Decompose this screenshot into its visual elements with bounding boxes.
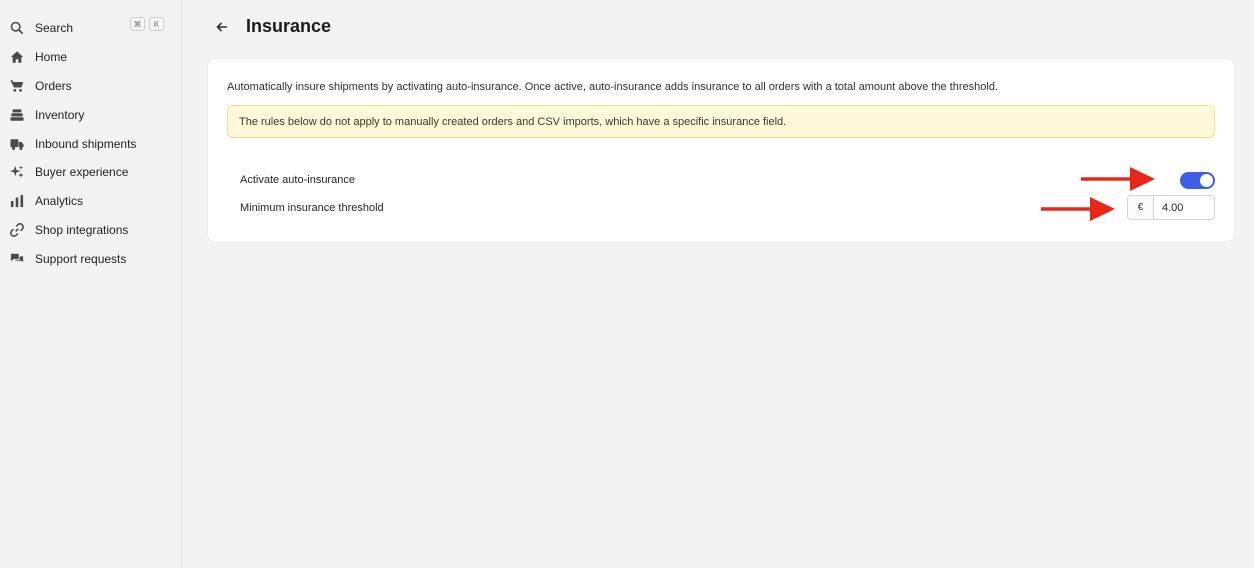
sidebar-item-label: Shop integrations [35, 222, 129, 237]
shortcut-hint: ⌘ K [130, 17, 164, 31]
sidebar-item-label: Inventory [35, 107, 85, 122]
arrow-left-icon [216, 21, 227, 32]
threshold-label: Minimum insurance threshold [240, 202, 384, 214]
main-content: Insurance Automatically insure shipments… [182, 0, 1254, 568]
sidebar-item-buyer-experience[interactable]: Buyer experience [0, 158, 181, 187]
notice-banner: The rules below do not apply to manually… [227, 105, 1215, 138]
sidebar-item-inventory[interactable]: Inventory [0, 100, 181, 129]
annotation-arrow-right-icon [1080, 166, 1156, 192]
inventory-icon [9, 107, 24, 122]
search-icon [9, 21, 24, 36]
auto-insurance-toggle[interactable] [1180, 172, 1215, 189]
sidebar-item-orders[interactable]: Orders [0, 72, 181, 101]
sidebar-item-label: Orders [35, 78, 72, 93]
sidebar: Search ⌘ K Home Orders Inventory Inbound… [0, 0, 182, 568]
truck-icon [9, 136, 24, 151]
sidebar-search-label: Search [35, 21, 74, 36]
page-title: Insurance [246, 16, 332, 36]
sidebar-item-label: Buyer experience [35, 165, 129, 180]
home-icon [9, 50, 24, 65]
currency-prefix: € [1128, 196, 1154, 219]
sidebar-item-inbound-shipments[interactable]: Inbound shipments [0, 129, 181, 158]
cart-icon [9, 78, 24, 93]
sparkle-icon [9, 165, 24, 180]
sidebar-item-home[interactable]: Home [0, 43, 181, 72]
bar-chart-icon [9, 194, 24, 209]
threshold-amount-field: € [1127, 195, 1215, 220]
auto-insurance-label: Activate auto-insurance [240, 174, 355, 186]
toggle-knob [1200, 174, 1213, 187]
shortcut-key-cmd: ⌘ [130, 17, 145, 31]
sidebar-item-label: Support requests [35, 251, 127, 266]
sidebar-item-analytics[interactable]: Analytics [0, 187, 181, 216]
link-icon [9, 222, 24, 237]
annotation-arrow-right-icon [1040, 196, 1116, 222]
threshold-input[interactable] [1154, 196, 1214, 219]
shortcut-key-k: K [149, 17, 164, 31]
sidebar-item-label: Home [35, 50, 68, 65]
chat-icon [9, 251, 24, 266]
card-description: Automatically insure shipments by activa… [227, 81, 999, 93]
sidebar-item-label: Analytics [35, 194, 84, 209]
page-header: Insurance [212, 16, 331, 37]
sidebar-item-shop-integrations[interactable]: Shop integrations [0, 216, 181, 245]
sidebar-item-label: Inbound shipments [35, 136, 137, 151]
back-button[interactable] [212, 17, 232, 37]
sidebar-item-support-requests[interactable]: Support requests [0, 244, 181, 273]
sidebar-search[interactable]: Search ⌘ K [0, 14, 181, 43]
